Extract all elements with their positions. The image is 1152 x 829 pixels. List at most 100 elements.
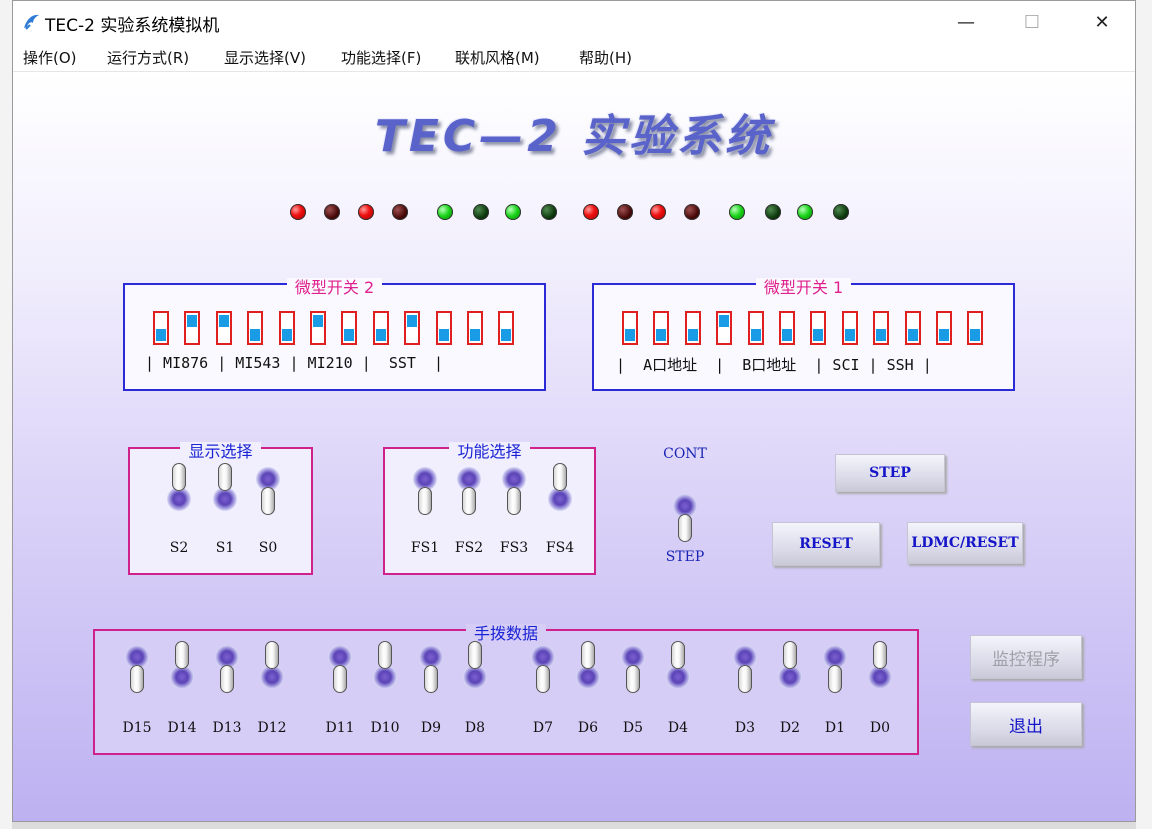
- micro-switch-2-dip[interactable]: [372, 311, 389, 345]
- function-select-toggle[interactable]: [500, 463, 528, 517]
- micro-switch-2-labels: | MI876 | MI543 | MI210 | SST |: [145, 354, 444, 372]
- hand-data-toggle[interactable]: [213, 641, 241, 695]
- toggle-lever: [172, 463, 186, 491]
- hand-data-label: D12: [257, 720, 287, 736]
- micro-switch-1-dip[interactable]: [841, 311, 858, 345]
- exit-button[interactable]: 退出: [970, 702, 1082, 746]
- title-bar[interactable]: TEC-2 实验系统模拟机 — ☐ ✕: [13, 1, 1135, 43]
- micro-switch-1-dip[interactable]: [653, 311, 670, 345]
- micro-switch-2-dip[interactable]: [184, 311, 201, 345]
- micro-switch-1-dip[interactable]: [904, 311, 921, 345]
- micro-switch-2-dip[interactable]: [404, 311, 421, 345]
- micro-switch-1-dip[interactable]: [779, 311, 795, 345]
- hand-data-toggle[interactable]: [664, 641, 692, 695]
- dip-knob: [719, 315, 730, 327]
- step-button[interactable]: STEP: [835, 454, 945, 492]
- function-select-toggle[interactable]: [546, 463, 574, 517]
- indicator-led: [765, 204, 781, 220]
- menu-function-select[interactable]: 功能选择(F): [341, 47, 421, 68]
- monitor-program-button[interactable]: 监控程序: [970, 635, 1082, 679]
- desktop-background: [1136, 0, 1152, 829]
- display-select-toggle[interactable]: [254, 463, 282, 517]
- hand-data-toggle[interactable]: [258, 641, 286, 695]
- display-select-group: 显示选择 S2 S1 S0: [128, 442, 313, 575]
- display-select-toggle[interactable]: [211, 463, 239, 517]
- indicator-led: [473, 204, 489, 220]
- hand-data-toggle[interactable]: [776, 641, 804, 695]
- menu-operate[interactable]: 操作(O): [23, 47, 77, 68]
- micro-switch-2-dip[interactable]: [278, 311, 295, 345]
- hand-data-label: D8: [464, 720, 486, 736]
- hand-data-toggle[interactable]: [821, 641, 849, 695]
- menu-help[interactable]: 帮助(H): [579, 47, 632, 68]
- function-select-toggle[interactable]: [455, 463, 483, 517]
- micro-switch-2-dip[interactable]: [153, 311, 169, 345]
- hand-data-toggle[interactable]: [168, 641, 196, 695]
- micro-switch-1-dip[interactable]: [810, 311, 827, 345]
- toggle-lever: [738, 665, 752, 693]
- dip-knob: [281, 329, 292, 341]
- micro-switch-2-dip[interactable]: [467, 311, 483, 345]
- app-window: TEC-2 实验系统模拟机 — ☐ ✕ 操作(O) 运行方式(R) 显示选择(V…: [12, 0, 1136, 822]
- dip-knob: [438, 329, 449, 341]
- micro-switch-1-dip[interactable]: [936, 311, 952, 345]
- menu-bar: 操作(O) 运行方式(R) 显示选择(V) 功能选择(F) 联机风格(M) 帮助…: [13, 43, 1135, 72]
- display-select-toggle[interactable]: [165, 463, 193, 517]
- menu-display-select[interactable]: 显示选择(V): [224, 47, 306, 68]
- hand-data-toggle[interactable]: [731, 641, 759, 695]
- function-select-toggle[interactable]: [411, 463, 439, 517]
- dip-knob: [907, 329, 918, 341]
- close-button[interactable]: ✕: [1079, 1, 1125, 43]
- toggle-lever: [462, 487, 476, 515]
- micro-switch-1-dip[interactable]: [747, 311, 764, 345]
- indicator-led: [833, 204, 849, 220]
- indicator-led: [583, 204, 599, 220]
- micro-switch-1-labels: | A口地址 | B口地址 | SCI | SSH |: [616, 356, 932, 374]
- dip-knob: [970, 329, 981, 341]
- minimize-button[interactable]: —: [943, 1, 989, 43]
- hand-data-label: D4: [667, 720, 689, 736]
- toggle-lever: [175, 641, 189, 669]
- hand-data-toggle[interactable]: [574, 641, 602, 695]
- hand-data-toggle[interactable]: [123, 641, 151, 695]
- dip-knob: [313, 315, 323, 327]
- hand-data-toggle[interactable]: [529, 641, 557, 695]
- micro-switch-1-group: 微型开关 1 | A口地址 | B口地址 | SCI | SSH |: [592, 278, 1015, 391]
- indicator-led: [392, 204, 408, 220]
- hand-data-label: D6: [577, 720, 599, 736]
- hand-data-toggle[interactable]: [866, 641, 894, 695]
- hand-data-toggle[interactable]: [371, 641, 399, 695]
- step-label: STEP: [665, 549, 705, 565]
- maximize-button[interactable]: ☐: [1009, 1, 1055, 43]
- maximize-icon: ☐: [1023, 11, 1041, 33]
- micro-switch-2-dip[interactable]: [435, 311, 452, 345]
- micro-switch-2-dip[interactable]: [310, 311, 326, 345]
- micro-switch-1-dip[interactable]: [716, 311, 733, 345]
- toggle-lever: [418, 487, 432, 515]
- micro-switch-2-dip[interactable]: [247, 311, 264, 345]
- menu-online-style[interactable]: 联机风格(M): [455, 47, 540, 68]
- hand-data-toggle[interactable]: [619, 641, 647, 695]
- hand-data-toggle[interactable]: [417, 641, 445, 695]
- dip-knob: [344, 329, 355, 341]
- micro-switch-1-dip[interactable]: [684, 311, 701, 345]
- hand-data-toggle[interactable]: [326, 641, 354, 695]
- toggle-lever: [424, 665, 438, 693]
- dip-knob: [250, 329, 261, 341]
- display-select-title: 显示选择: [180, 442, 261, 461]
- function-select-title: 功能选择: [449, 442, 530, 461]
- micro-switch-2-dip[interactable]: [341, 311, 358, 345]
- micro-switch-2-dip[interactable]: [498, 311, 515, 345]
- menu-run-mode[interactable]: 运行方式(R): [107, 47, 189, 68]
- indicator-led: [437, 204, 453, 220]
- ldmc-reset-button[interactable]: LDMC/RESET: [907, 522, 1023, 564]
- toggle-lever: [468, 641, 482, 669]
- toggle-lever: [507, 487, 521, 515]
- micro-switch-1-dip[interactable]: [873, 311, 890, 345]
- micro-switch-1-dip[interactable]: [622, 311, 638, 345]
- reset-button[interactable]: RESET: [772, 522, 880, 566]
- run-mode-toggle[interactable]: [671, 490, 699, 544]
- micro-switch-1-dip[interactable]: [967, 311, 984, 345]
- hand-data-toggle[interactable]: [461, 641, 489, 695]
- micro-switch-2-dip[interactable]: [215, 311, 232, 345]
